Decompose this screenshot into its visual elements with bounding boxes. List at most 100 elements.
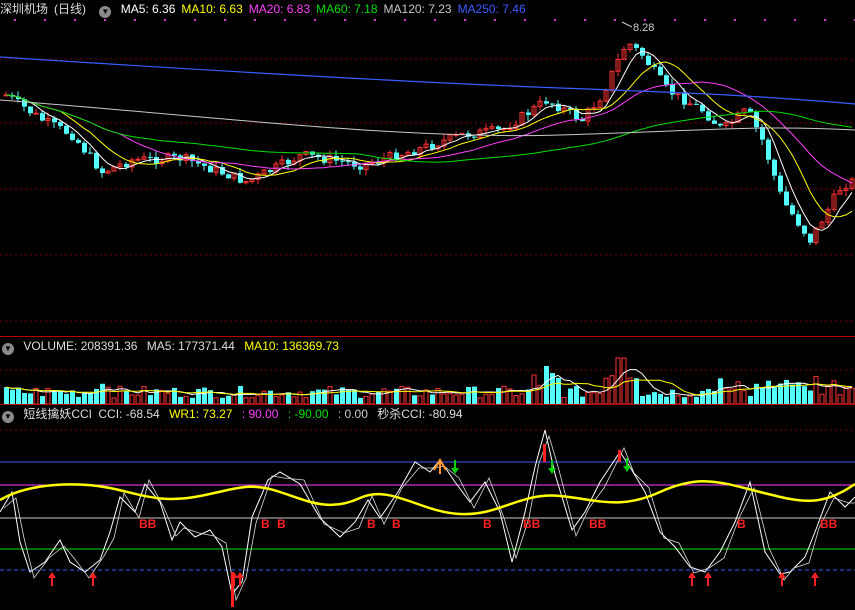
volume-bar [417,395,423,404]
volume-bar [268,390,273,404]
volume-bar [346,390,351,404]
candle-body [286,159,291,165]
volume-bar [748,395,753,404]
candle-body [634,44,639,48]
volume-bar [129,394,135,404]
wr1-line [0,480,855,516]
marker-dot [554,19,556,21]
buy-signal-label: BB [523,517,541,531]
volume-bar [466,386,471,404]
buy-signal-label: B [392,517,401,531]
volume-bar [441,393,447,404]
price-chart[interactable]: 8.28 [0,0,855,336]
volume-bar [496,388,501,404]
candle-body [208,165,213,173]
volume-bar [58,390,63,404]
candle-body [772,159,777,176]
volume-bar [790,384,795,404]
buy-signal-label: B [737,517,746,531]
volume-bar [28,393,33,404]
volume-bar [64,393,69,404]
volume-bar [591,392,597,404]
candle-body [766,139,771,160]
signal-bar [618,450,621,462]
candle-body [808,233,813,243]
candle-body [172,153,177,156]
marker-dot [284,19,286,21]
volume-bar [82,392,87,404]
volume-bar [231,393,237,404]
buy-signal-label: B [261,517,270,531]
indicator-level-zero: : 0.00 [337,407,368,421]
volume-bar [766,380,771,404]
volume-bar [670,389,675,404]
volume-bar [327,386,333,404]
candle-body [40,113,45,121]
indicator-chart[interactable]: BB B B B B B BB BB B BB [0,422,855,610]
volume-bar [100,383,105,404]
buy-arrow-icon [48,572,56,586]
pane-separator [0,336,855,337]
candle-body [544,101,549,104]
candle-body [76,139,81,143]
volume-bar [741,389,747,404]
volume-bar [627,377,633,404]
marker-dot [644,19,646,21]
signal-bar [543,444,546,462]
volume-bar [772,387,777,404]
ma-line [5,81,853,184]
volume-bar [141,386,147,404]
marker-dot [224,19,226,21]
volume-bar [489,393,495,404]
indicator-legend: ▼ 短线擒妖CCI CCI: -68.54 WR1: 73.27 : 90.00… [0,406,469,423]
candle-body [778,175,783,192]
marker-dot [194,19,196,21]
volume-bar [22,393,27,404]
candle-body [718,123,723,126]
volume-bar [202,387,207,404]
volume-bar [735,381,741,404]
marker-dot [434,19,436,21]
volume-bar [634,378,639,404]
candle-body [154,156,159,164]
candle-body [706,111,711,121]
candle-body [124,163,129,167]
volume-bar [16,387,21,404]
volume-bar [423,389,429,404]
candle-body [346,161,351,163]
marker-dot [794,19,796,21]
volume-bar [316,389,321,404]
volume-bar [682,397,687,404]
marker-dot [464,19,466,21]
ma-line [5,94,853,163]
candle-body [88,152,93,154]
candle-body [33,112,39,115]
candle-body [664,75,669,85]
volume-bar [172,387,177,404]
volume-bar [585,391,591,404]
indicator-miaosha: 秒杀CCI: -80.94 [377,407,463,421]
buy-signal-label: BB [139,517,157,531]
marker-dot [494,19,496,21]
marker-dot [374,19,376,21]
volume-bar [621,357,627,404]
candle-body [430,144,435,149]
volume-bar [652,392,657,404]
stock-chart-window: 深圳机场 (日线) ▼ MA5: 6.36 MA10: 6.63 MA20: 6.83… [0,0,855,610]
volume-bar [279,394,285,404]
marker-dot [764,19,766,21]
marker-dot [74,19,76,21]
indicator-name: 短线擒妖CCI [23,407,93,421]
volume-bar [88,393,93,404]
marker-dot [104,19,106,21]
volume-bar [273,396,279,404]
marker-dot [254,19,256,21]
volume-chart[interactable] [0,354,855,404]
candle-body [226,174,231,179]
volume-bar [694,396,699,404]
indicator-level-hi: : 90.00 [241,407,279,421]
candle-body [694,103,699,105]
volume-bar [40,395,45,404]
candle-body [28,106,33,114]
marker-dot [704,19,706,21]
